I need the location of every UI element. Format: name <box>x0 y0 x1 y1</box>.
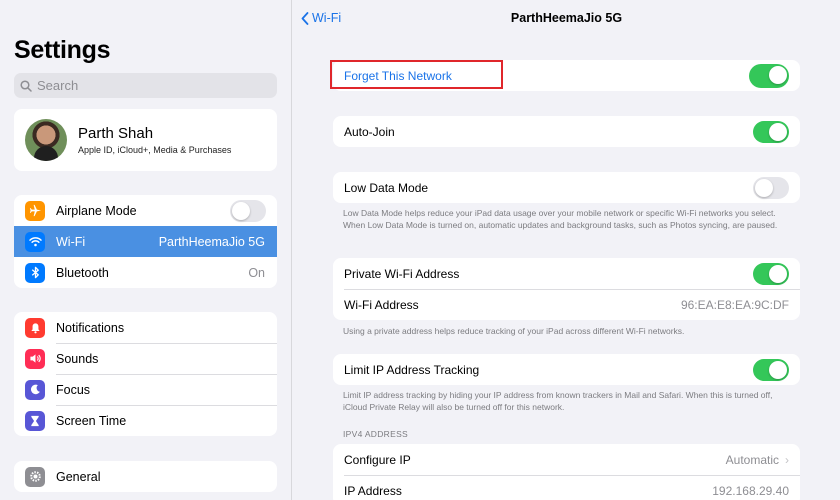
hourglass-icon <box>25 410 45 431</box>
private-address-label: Private Wi-Fi Address <box>344 266 460 281</box>
ipv4-group: Configure IP Automatic › IP Address 192.… <box>333 444 800 500</box>
airplane-icon <box>25 200 45 221</box>
limit-ip-group: Limit IP Address Tracking <box>333 354 800 385</box>
auto-join-row: Auto-Join <box>333 116 800 147</box>
configure-ip-row[interactable]: Configure IP Automatic › <box>333 444 800 475</box>
sidebar-item-label: Screen Time <box>56 413 127 428</box>
sidebar-item-focus[interactable]: Focus <box>14 374 277 405</box>
sidebar-item-sounds[interactable]: Sounds <box>14 343 277 374</box>
low-data-note: Low Data Mode helps reduce your iPad dat… <box>343 208 778 230</box>
gear-icon <box>25 466 45 487</box>
bluetooth-value: On <box>248 265 265 280</box>
low-data-toggle[interactable] <box>753 176 789 199</box>
configure-ip-label: Configure IP <box>344 452 411 467</box>
ip-address-label: IP Address <box>344 483 402 498</box>
low-data-label: Low Data Mode <box>344 180 429 195</box>
configure-ip-value: Automatic <box>725 452 779 467</box>
sidebar-item-airplane-mode[interactable]: Airplane Mode <box>14 195 277 226</box>
ip-address-value: 192.168.29.40 <box>712 483 789 498</box>
private-address-group: Private Wi-Fi Address Wi-Fi Address 96:E… <box>333 258 800 320</box>
wifi-icon <box>25 231 45 252</box>
sidebar-item-general[interactable]: General <box>14 461 277 492</box>
sidebar-item-bluetooth[interactable]: Bluetooth On <box>14 257 277 288</box>
profile-subtitle: Apple ID, iCloud+, Media & Purchases <box>78 145 232 155</box>
back-label: Wi-Fi <box>312 11 342 25</box>
speaker-icon <box>25 348 45 369</box>
limit-ip-label: Limit IP Address Tracking <box>344 362 480 377</box>
network-title: ParthHeemaJio 5G <box>510 11 623 25</box>
auto-join-label: Auto-Join <box>344 124 395 139</box>
low-data-group: Low Data Mode <box>333 172 800 203</box>
wifi-address-value: 96:EA:E8:EA:9C:DF <box>680 297 789 312</box>
ip-address-row: IP Address 192.168.29.40 <box>333 475 800 500</box>
avatar <box>25 119 67 161</box>
limit-ip-toggle[interactable] <box>753 358 789 381</box>
search-field[interactable]: Search <box>14 73 277 98</box>
private-address-row: Private Wi-Fi Address <box>333 258 800 289</box>
bluetooth-icon <box>25 262 45 283</box>
auto-join-toggle[interactable] <box>753 120 789 143</box>
private-address-note: Using a private address helps reduce tra… <box>343 326 685 336</box>
back-button[interactable]: Wi-Fi <box>301 11 341 25</box>
search-placeholder: Search <box>37 78 79 93</box>
bell-icon <box>25 317 45 338</box>
sidebar-item-label: Sounds <box>56 351 99 366</box>
chevron-right-icon: › <box>785 452 789 467</box>
sidebar-item-label: Wi-Fi <box>56 234 86 249</box>
airplane-mode-toggle[interactable] <box>230 199 266 222</box>
limit-ip-row: Limit IP Address Tracking <box>333 354 800 385</box>
limit-ip-note: Limit IP address tracking by hiding your… <box>343 390 773 412</box>
forget-row-toggle[interactable] <box>749 63 789 88</box>
apple-id-card[interactable]: Parth Shah Apple ID, iCloud+, Media & Pu… <box>14 109 277 171</box>
general-group: General <box>14 461 277 492</box>
notifications-group: Notifications Sounds Focus Screen Time <box>14 312 277 436</box>
wifi-network-value: ParthHeemaJio 5G <box>158 234 265 249</box>
wifi-address-row: Wi-Fi Address 96:EA:E8:EA:9C:DF <box>333 289 800 320</box>
sidebar-item-label: Focus <box>56 382 91 397</box>
sidebar-item-label: Notifications <box>56 320 125 335</box>
sidebar-item-label: General <box>56 469 101 484</box>
connectivity-group: Airplane Mode Wi-Fi ParthHeemaJio 5G Blu… <box>14 195 277 288</box>
auto-join-group: Auto-Join <box>333 116 800 147</box>
sidebar-item-label: Airplane Mode <box>56 203 137 218</box>
sidebar-item-notifications[interactable]: Notifications <box>14 312 277 343</box>
profile-name: Parth Shah <box>78 125 154 142</box>
sidebar-item-label: Bluetooth <box>56 265 109 280</box>
chevron-left-icon <box>301 11 309 25</box>
sidebar-item-wifi[interactable]: Wi-Fi ParthHeemaJio 5G <box>14 226 277 257</box>
ipv4-section-header: IPV4 ADDRESS <box>343 429 409 439</box>
highlight-box <box>330 60 503 89</box>
low-data-row: Low Data Mode <box>333 172 800 203</box>
network-detail-pane: ParthHeemaJio 5G Wi-Fi Forget This Netwo… <box>293 0 840 500</box>
moon-icon <box>25 379 45 400</box>
private-address-toggle[interactable] <box>753 262 789 285</box>
page-title: Settings <box>14 36 111 64</box>
search-icon <box>20 79 32 92</box>
sidebar: Settings Search Parth Shah Apple ID, iCl… <box>0 0 292 500</box>
wifi-address-label: Wi-Fi Address <box>344 297 419 312</box>
sidebar-item-screen-time[interactable]: Screen Time <box>14 405 277 436</box>
